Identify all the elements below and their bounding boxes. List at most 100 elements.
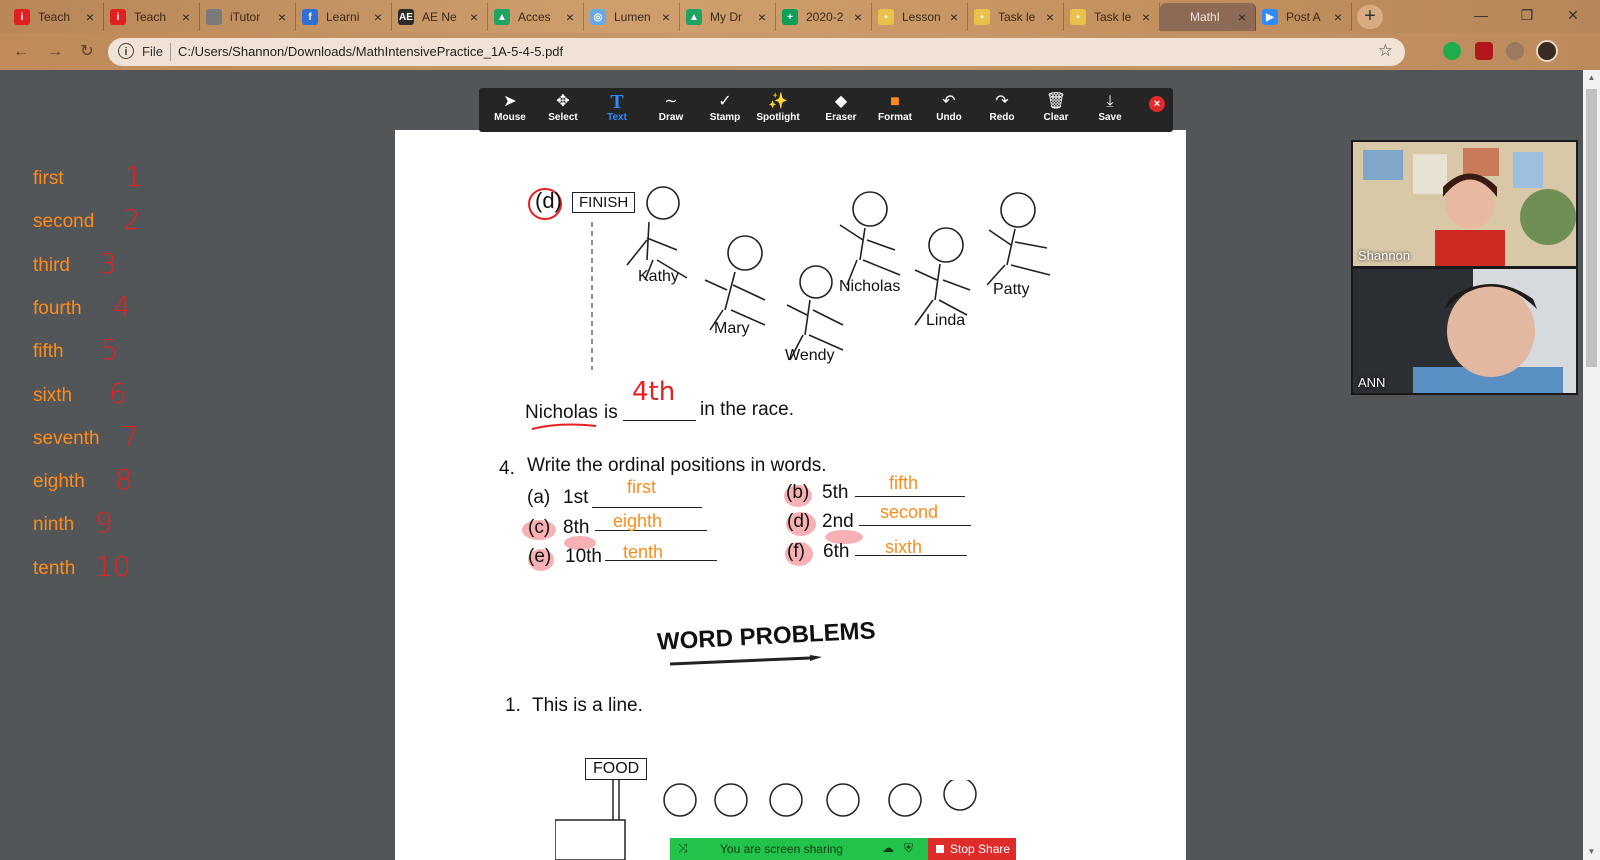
tool-select-button[interactable]: ✥ Select [536, 92, 590, 130]
scroll-down-arrow-icon[interactable]: ▼ [1583, 844, 1600, 860]
tab-title: AE Ne [422, 10, 457, 24]
ordinal-digit-annotation: 9 [95, 506, 113, 540]
forward-arrow-icon[interactable]: → [44, 41, 66, 63]
typed-answer-annotation[interactable]: tenth [623, 542, 663, 563]
ordinal-word: fifth [33, 341, 64, 363]
browser-tab[interactable]: ◎ Lumen × [584, 3, 680, 31]
ordinal-word: fourth [33, 297, 82, 319]
extension-puzzle-icon[interactable] [1506, 42, 1524, 60]
typed-answer-annotation[interactable]: second [880, 502, 938, 523]
doc-yellow-icon: ▪ [1070, 9, 1086, 25]
tool-draw-button[interactable]: ∼ Draw [644, 92, 698, 130]
doc-yellow-icon: ▪ [878, 9, 894, 25]
back-arrow-icon[interactable]: ← [10, 41, 32, 63]
site-info-icon[interactable]: i [118, 43, 134, 59]
tool-undo-button[interactable]: ↶ Undo [922, 92, 976, 130]
extension-green-icon[interactable] [1443, 42, 1461, 60]
video-tile-ann[interactable]: ANN [1351, 267, 1578, 395]
video-tile-shannon[interactable]: Shannon [1351, 140, 1578, 268]
tab-close-icon[interactable]: × [275, 9, 289, 25]
pin-icon[interactable]: ⤨ [678, 841, 688, 856]
url-separator [170, 43, 171, 61]
eraser-icon: ◆ [834, 93, 848, 110]
new-tab-button[interactable]: + [1357, 5, 1383, 29]
ordinal-digit-annotation: 2 [123, 203, 141, 237]
tool-mouse-button[interactable]: ➤ Mouse [483, 92, 537, 130]
tool-save-button[interactable]: ⤓ Save [1083, 92, 1137, 130]
address-bar[interactable]: i File C:/Users/Shannon/Downloads/MathIn… [108, 38, 1405, 66]
item-label: (e) [528, 546, 552, 567]
tool-label: Text [607, 112, 627, 123]
bookmark-star-icon[interactable]: ☆ [1378, 41, 1393, 61]
tab-close-icon[interactable]: × [755, 9, 769, 25]
tab-title: Lumen [614, 10, 651, 24]
checkmark-icon: ✓ [718, 93, 732, 110]
browser-tab[interactable]: ▲ My Dr × [680, 3, 776, 31]
browser-tab[interactable]: ▪ Lesson × [872, 3, 968, 31]
stop-share-button[interactable]: Stop Share [928, 838, 1016, 860]
browser-tab[interactable]: i Teach × [104, 3, 200, 31]
typed-answer-annotation[interactable]: first [627, 477, 656, 498]
scroll-up-arrow-icon[interactable]: ▲ [1583, 70, 1600, 86]
ordinal-digit-annotation: 5 [101, 333, 119, 367]
tool-clear-button[interactable]: 🗑 Clear [1029, 92, 1083, 130]
browser-tab[interactable]: ▲ Acces × [488, 3, 584, 31]
typed-answer-annotation[interactable]: fifth [889, 473, 918, 494]
tab-close-icon[interactable]: × [659, 9, 673, 25]
tab-close-icon[interactable]: × [371, 9, 385, 25]
tab-title: Teach [134, 10, 167, 24]
reload-icon[interactable]: ↻ [76, 41, 98, 63]
tool-eraser-button[interactable]: ◆ Eraser [814, 92, 868, 130]
browser-tab[interactable]: +2020-2 × [776, 3, 872, 31]
ordinal-digit-annotation: 6 [109, 376, 127, 410]
browser-tab[interactable]: i Teach × [8, 3, 104, 31]
browser-tab[interactable]: ▶ Post A × [1256, 3, 1352, 31]
tool-text-button[interactable]: T Text [590, 92, 644, 130]
ordinal-digit-annotation: 7 [121, 419, 139, 453]
runner-name: Mary [714, 320, 750, 337]
close-window-button[interactable]: ✕ [1550, 0, 1596, 30]
browser-tab[interactable]: MathI × [1160, 3, 1256, 31]
browser-tab[interactable]: ▪ Task le × [968, 3, 1064, 31]
format-swatch-icon: ■ [890, 93, 900, 110]
tab-close-icon[interactable]: × [851, 9, 865, 25]
tool-redo-button[interactable]: ↷ Redo [975, 92, 1029, 130]
share-status-bar[interactable]: ⤨ You are screen sharing ☁ ⛨ [670, 838, 928, 860]
extension-ublock-icon[interactable] [1475, 42, 1493, 60]
scrollbar-thumb[interactable] [1586, 89, 1597, 367]
typed-answer-annotation[interactable]: eighth [613, 511, 662, 532]
tool-label: Clear [1043, 112, 1069, 123]
typed-answer-annotation[interactable]: sixth [885, 537, 922, 558]
sentence-is: is [604, 402, 618, 423]
minimize-window-button[interactable]: — [1458, 0, 1504, 30]
browser-tab[interactable]: iTutor × [200, 3, 296, 31]
tab-close-icon[interactable]: × [1235, 9, 1249, 25]
profile-avatar[interactable] [1536, 40, 1558, 62]
tab-close-icon[interactable]: × [83, 9, 97, 25]
zoom-blue-icon: ▶ [1262, 9, 1278, 25]
tab-close-icon[interactable]: × [467, 9, 481, 25]
tab-close-icon[interactable]: × [1331, 9, 1345, 25]
tool-format-button[interactable]: ■ Format [868, 92, 922, 130]
ordinal-word: sixth [33, 384, 73, 406]
screen-share-bar: ⤨ You are screen sharing ☁ ⛨ Stop Share [670, 838, 1016, 860]
answer-line [623, 420, 696, 421]
lumen-blue-icon: ◎ [590, 9, 606, 25]
sheets-green-icon: + [782, 9, 798, 25]
url-text[interactable]: C:/Users/Shannon/Downloads/MathIntensive… [178, 44, 563, 59]
browser-tab[interactable]: f Learni × [296, 3, 392, 31]
tab-close-icon[interactable]: × [563, 9, 577, 25]
tool-spotlight-button[interactable]: ✨ Spotlight [751, 92, 805, 130]
browser-tab[interactable]: AE AE Ne × [392, 3, 488, 31]
tab-close-icon[interactable]: × [1139, 9, 1153, 25]
maximize-window-button[interactable]: ❐ [1504, 0, 1550, 30]
close-annotation-icon[interactable]: × [1149, 96, 1165, 112]
ordinal-digit-annotation: 3 [99, 246, 117, 280]
page-scrollbar[interactable]: ▲ ▼ [1583, 70, 1600, 860]
tab-close-icon[interactable]: × [947, 9, 961, 25]
tab-close-icon[interactable]: × [179, 9, 193, 25]
redo-icon: ↷ [995, 93, 1009, 110]
tab-close-icon[interactable]: × [1043, 9, 1057, 25]
tool-stamp-button[interactable]: ✓ Stamp [698, 92, 752, 130]
browser-tab[interactable]: ▪ Task le × [1064, 3, 1160, 31]
